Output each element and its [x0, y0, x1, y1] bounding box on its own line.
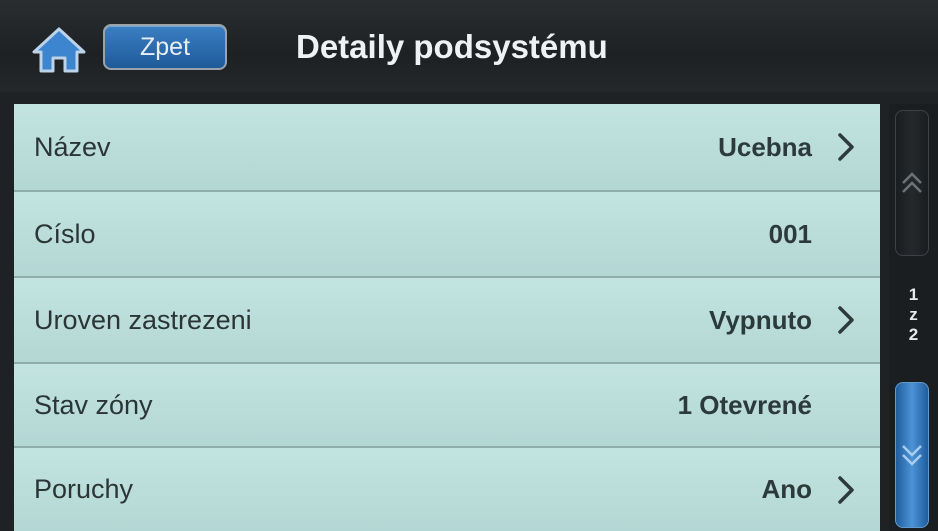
- row-nazev[interactable]: Název Ucebna: [14, 104, 880, 192]
- home-button[interactable]: [28, 24, 90, 76]
- row-label: Název: [34, 131, 111, 162]
- double-chevron-down-icon: [902, 445, 922, 466]
- detail-list: Název Ucebna Císlo 001 Uroven zastrezeni…: [14, 104, 880, 531]
- row-value: 001: [768, 218, 812, 249]
- row-label: Poruchy: [34, 474, 134, 504]
- row-value: Vypnuto: [708, 304, 812, 335]
- row-stav-zony: Stav zóny 1 Otevrené: [14, 364, 880, 448]
- chevron-right-icon: [832, 448, 860, 531]
- row-cislo: Císlo 001: [14, 192, 880, 278]
- scroll-down-button[interactable]: [895, 382, 929, 528]
- chevron-right-icon: [832, 278, 860, 362]
- page-current: 1: [908, 285, 919, 304]
- header-bar: Zpet Detaily podsystému: [0, 0, 938, 92]
- row-label: Stav zóny: [34, 389, 153, 420]
- row-label: Císlo: [34, 218, 96, 249]
- home-icon: [32, 27, 86, 73]
- back-button[interactable]: Zpet: [103, 24, 227, 70]
- row-label: Uroven zastrezeni: [34, 304, 252, 335]
- scrollbar: 1 z 2: [889, 104, 938, 531]
- page-separator: z: [909, 305, 918, 324]
- row-value: Ucebna: [718, 131, 812, 162]
- row-value: Ano: [761, 474, 812, 504]
- row-uroven-zastrezeni[interactable]: Uroven zastrezeni Vypnuto: [14, 278, 880, 364]
- page-indicator: 1 z 2: [889, 270, 938, 360]
- chevron-right-icon: [832, 104, 860, 190]
- page-total: 2: [908, 325, 919, 344]
- scroll-up-button[interactable]: [895, 110, 929, 256]
- page-title: Detaily podsystému: [296, 28, 608, 65]
- row-value: 1 Otevrené: [677, 389, 812, 420]
- row-poruchy[interactable]: Poruchy Ano: [14, 448, 880, 531]
- double-chevron-up-icon: [902, 172, 922, 193]
